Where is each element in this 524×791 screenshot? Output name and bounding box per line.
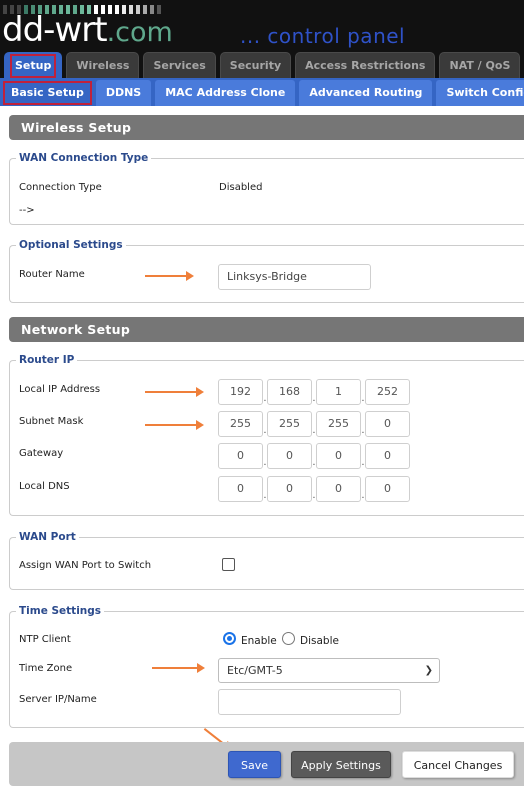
- octet-input[interactable]: 0: [365, 411, 410, 437]
- tab-nat-qos[interactable]: NAT / QoS: [439, 52, 521, 78]
- value-connection-type: Disabled: [219, 182, 263, 193]
- tab-services[interactable]: Services: [143, 52, 216, 78]
- fieldset-router-ip: Router IP Local IP Address 192. 168. 1. …: [9, 353, 524, 516]
- footer-bar: Save Apply Settings Cancel Changes: [9, 742, 524, 786]
- section-network-setup: Network Setup: [9, 317, 524, 342]
- logo-main: dd-wrt: [2, 10, 108, 50]
- assign-wan-port-checkbox[interactable]: [222, 558, 235, 571]
- time-zone-value: Etc/GMT-5: [227, 664, 283, 677]
- label-connection-type: Connection Type: [19, 182, 102, 193]
- fieldset-time-settings: Time Settings NTP Client Enable Disable …: [9, 604, 524, 728]
- server-ip-name-input[interactable]: [218, 689, 401, 715]
- legend-router-ip: Router IP: [16, 353, 78, 367]
- sub-tabs: Basic Setup DDNS MAC Address Clone Advan…: [0, 78, 524, 106]
- label-server-ip-name: Server IP/Name: [19, 694, 97, 705]
- gateway-input: 0. 0. 0. 0: [218, 443, 410, 469]
- legend-wan-port: WAN Port: [16, 530, 79, 544]
- ntp-enable-label: Enable: [241, 635, 277, 647]
- octet-input[interactable]: 252: [365, 379, 410, 405]
- octet-input[interactable]: 0: [365, 443, 410, 469]
- label-router-name: Router Name: [19, 269, 85, 280]
- logo: dd-wrt.com: [2, 10, 173, 53]
- router-name-input[interactable]: Linksys-Bridge: [218, 264, 371, 290]
- tab-security[interactable]: Security: [219, 52, 292, 78]
- chevron-down-icon: ❯: [424, 665, 433, 676]
- label-local-ip-address: Local IP Address: [19, 384, 101, 395]
- cancel-changes-button[interactable]: Cancel Changes: [402, 751, 514, 778]
- ntp-enable-radio[interactable]: [223, 632, 236, 645]
- tab-setup[interactable]: Setup: [4, 52, 63, 78]
- annotation-arrow: [145, 387, 204, 397]
- label-subnet-mask: Subnet Mask: [19, 416, 84, 427]
- fieldset-optional-settings: Optional Settings Router Name Linksys-Br…: [9, 238, 524, 303]
- subtab-switch-config[interactable]: Switch Config: [436, 80, 524, 106]
- stray-comment-text: -->: [19, 205, 35, 216]
- octet-input[interactable]: 0: [218, 476, 263, 502]
- legend-wan-connection-type: WAN Connection Type: [16, 151, 152, 165]
- tab-label: Setup: [10, 54, 57, 78]
- label-assign-wan-port: Assign WAN Port to Switch: [19, 560, 152, 571]
- tab-access-restrictions[interactable]: Access Restrictions: [295, 52, 436, 78]
- octet-input[interactable]: 192: [218, 379, 263, 405]
- octet-input[interactable]: 0: [267, 476, 312, 502]
- subtab-advanced-routing[interactable]: Advanced Routing: [299, 80, 433, 106]
- octet-input[interactable]: 0: [316, 443, 361, 469]
- logo-suffix: .com: [106, 17, 173, 48]
- legend-optional-settings: Optional Settings: [16, 238, 126, 252]
- label-local-dns: Local DNS: [19, 481, 70, 492]
- legend-time-settings: Time Settings: [16, 604, 105, 618]
- subtab-label: Basic Setup: [3, 81, 92, 105]
- time-zone-select[interactable]: Etc/GMT-5 ❯: [218, 658, 440, 683]
- local-ip-address-input: 192. 168. 1. 252: [218, 379, 410, 405]
- octet-input[interactable]: 255: [316, 411, 361, 437]
- subtab-ddns[interactable]: DDNS: [95, 80, 152, 106]
- subnet-mask-input: 255. 255. 255. 0: [218, 411, 410, 437]
- tab-wireless[interactable]: Wireless: [66, 52, 140, 78]
- octet-input[interactable]: 0: [218, 443, 263, 469]
- local-dns-input: 0. 0. 0. 0: [218, 476, 410, 502]
- octet-input[interactable]: 255: [267, 411, 312, 437]
- octet-input[interactable]: 1: [316, 379, 361, 405]
- octet-input[interactable]: 0: [365, 476, 410, 502]
- ntp-disable-label: Disable: [300, 635, 339, 647]
- subtab-basic-setup[interactable]: Basic Setup: [3, 80, 92, 106]
- main-tabs: Setup Wireless Services Security Access …: [0, 52, 524, 78]
- save-button[interactable]: Save: [228, 751, 281, 778]
- fieldset-wan-connection-type: WAN Connection Type Connection Type Disa…: [9, 151, 524, 225]
- apply-settings-button[interactable]: Apply Settings: [291, 751, 391, 778]
- label-time-zone: Time Zone: [19, 663, 73, 674]
- octet-input[interactable]: 168: [267, 379, 312, 405]
- octet-input[interactable]: 255: [218, 411, 263, 437]
- control-panel-subtitle: ... control panel: [240, 24, 406, 48]
- fieldset-wan-port: WAN Port Assign WAN Port to Switch: [9, 530, 524, 590]
- octet-input[interactable]: 0: [316, 476, 361, 502]
- annotation-arrow: [152, 663, 205, 673]
- octet-input[interactable]: 0: [267, 443, 312, 469]
- annotation-arrow: [145, 271, 194, 281]
- label-gateway: Gateway: [19, 448, 64, 459]
- annotation-arrow: [145, 420, 204, 430]
- section-wireless-setup: Wireless Setup: [9, 115, 524, 140]
- subtab-mac-address-clone[interactable]: MAC Address Clone: [155, 80, 296, 106]
- ntp-disable-radio[interactable]: [282, 632, 295, 645]
- label-ntp-client: NTP Client: [19, 634, 71, 645]
